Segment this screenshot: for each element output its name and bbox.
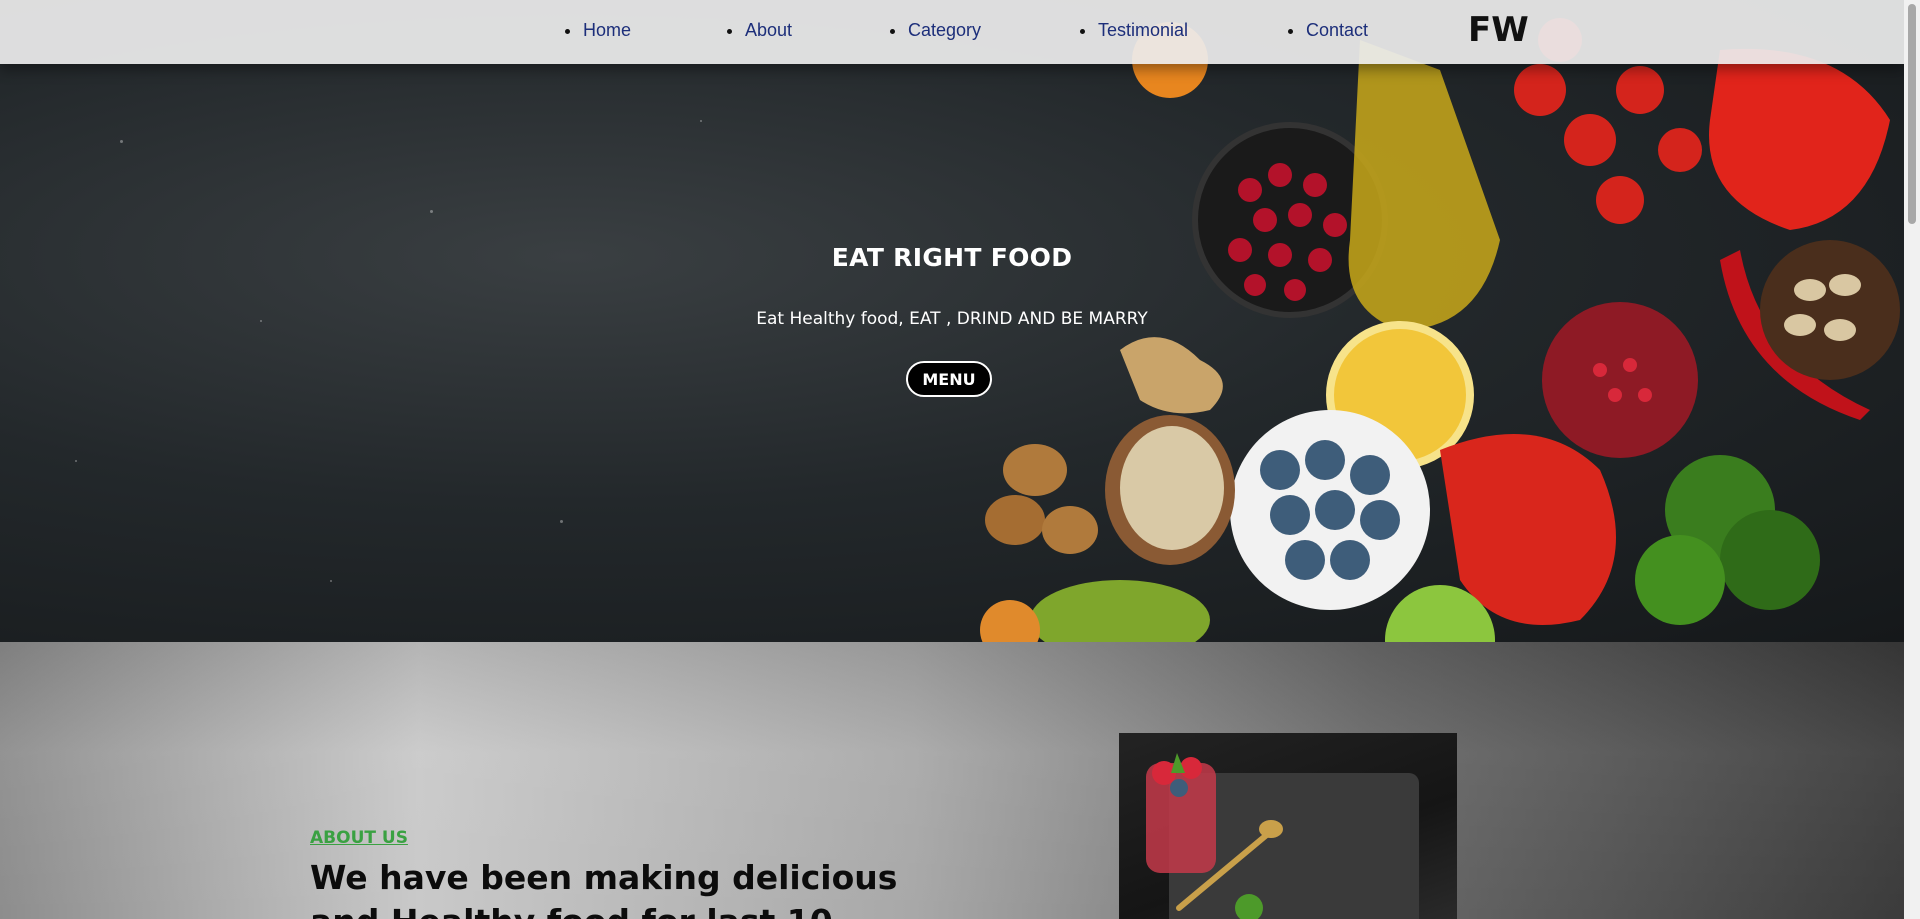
about-us-label[interactable]: ABOUT US (310, 828, 408, 848)
strawberry (1180, 757, 1202, 779)
texture-speck (700, 120, 702, 122)
bullet-icon (727, 29, 732, 34)
scrollbar-thumb[interactable] (1908, 4, 1916, 224)
page: EAT RIGHT FOOD Eat Healthy food, EAT , D… (0, 0, 1904, 919)
texture-speck (75, 460, 77, 462)
site-logo[interactable]: FW (1468, 10, 1529, 50)
bullet-icon (890, 29, 895, 34)
texture-speck (430, 210, 433, 213)
parsley (1635, 535, 1725, 625)
about-section: ABOUT US We have been making delicious a… (0, 642, 1904, 919)
red-pepper (1709, 48, 1890, 231)
about-background-overlay (0, 642, 1904, 919)
nav-item-label: Contact (1306, 20, 1369, 40)
walnut (1042, 506, 1098, 554)
dessert-illustration (1146, 753, 1419, 919)
gold-spoon-bowl (1259, 820, 1283, 838)
top-navbar: Home About Category Testimonial Contact … (0, 0, 1904, 64)
hero-title: EAT RIGHT FOOD (831, 243, 1073, 272)
nav-item-testimonial[interactable]: Testimonial (1080, 20, 1189, 41)
nav-item-about[interactable]: About (727, 20, 793, 41)
nav-item-label: About (745, 20, 793, 40)
nav-item-contact[interactable]: Contact (1288, 20, 1369, 41)
avocado (1030, 580, 1210, 642)
walnut (985, 495, 1045, 545)
olive-oil-bottle (1348, 40, 1500, 330)
blueberry (1170, 779, 1188, 797)
texture-speck (120, 140, 123, 143)
parsley (1720, 510, 1820, 610)
texture-speck (560, 520, 563, 523)
hero-subtitle: Eat Healthy food, EAT , DRIND AND BE MAR… (756, 309, 1148, 329)
bullet-icon (1288, 29, 1293, 34)
dessert-image (1119, 733, 1457, 919)
nav-item-home[interactable]: Home (565, 20, 632, 41)
bullet-icon (565, 29, 570, 34)
texture-speck (330, 580, 332, 582)
bullet-icon (1080, 29, 1085, 34)
nav-item-label: Home (583, 20, 632, 40)
vertical-scrollbar[interactable] (1904, 0, 1920, 919)
oats (1120, 426, 1224, 550)
walnut (1003, 444, 1067, 496)
nav-item-label: Testimonial (1098, 20, 1189, 40)
dried-apricot (980, 600, 1040, 642)
nav-item-category[interactable]: Category (890, 20, 982, 41)
about-heading: We have been making delicious and Health… (310, 858, 898, 919)
nav-item-label: Category (908, 20, 982, 40)
menu-button[interactable]: MENU (906, 361, 992, 397)
ginger (1120, 337, 1223, 414)
hero-banner: EAT RIGHT FOOD Eat Healthy food, EAT , D… (0, 0, 1904, 642)
